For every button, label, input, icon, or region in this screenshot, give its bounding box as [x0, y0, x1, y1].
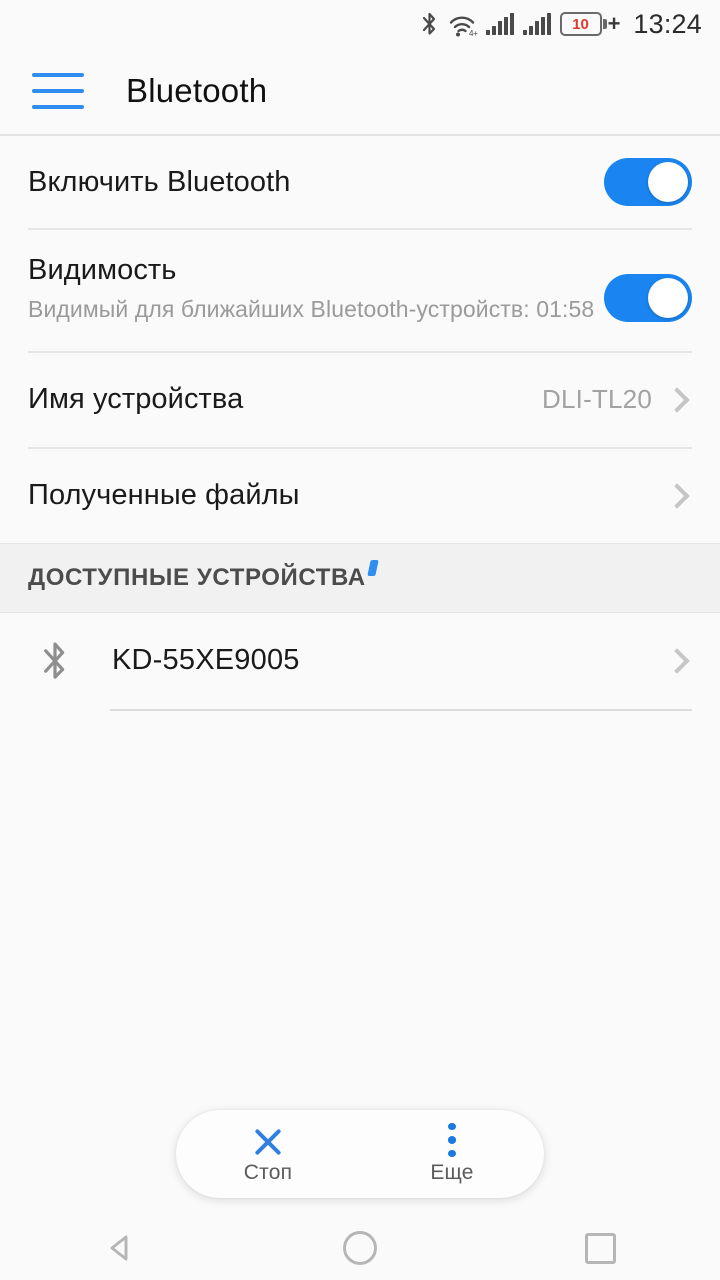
scanning-indicator-icon — [366, 559, 379, 576]
bluetooth-device-icon — [28, 639, 82, 683]
battery-level-label: 10 — [572, 15, 589, 33]
page-title: Bluetooth — [126, 72, 268, 109]
row-enable-bluetooth[interactable]: Включить Bluetooth — [0, 136, 720, 228]
battery-icon: 10 + — [559, 11, 621, 36]
row-device-name[interactable]: Имя устройства DLI-TL20 — [0, 352, 720, 447]
bluetooth-icon — [421, 11, 438, 37]
home-circle-icon — [343, 1231, 377, 1265]
back-button[interactable] — [60, 1216, 180, 1280]
bottom-action-bar: Стоп Еще — [176, 1110, 544, 1198]
settings-list: Включить Bluetooth Видимость Видимый для… — [0, 136, 720, 543]
divider — [110, 708, 692, 711]
status-bar: 4+ 10 + 13:24 — [0, 0, 720, 48]
enable-bluetooth-toggle[interactable] — [604, 158, 692, 206]
cellular-signal-icon-sim2 — [522, 13, 551, 35]
app-bar: Bluetooth — [0, 48, 720, 134]
visibility-label: Видимость — [28, 254, 177, 286]
list-item-device[interactable]: KD-55XE9005 — [0, 612, 720, 709]
device-name-value: DLI-TL20 — [542, 384, 652, 415]
android-navigation-bar — [0, 1216, 720, 1280]
cellular-signal-icon-sim1 — [485, 13, 514, 35]
chevron-right-icon — [664, 386, 690, 413]
wifi-badge-label: 4+ — [469, 29, 478, 38]
more-options-label: Еще — [430, 1161, 474, 1184]
available-devices-title: ДОСТУПНЫЕ УСТРОЙСТВА — [28, 563, 366, 591]
received-files-label: Полученные файлы — [28, 479, 300, 512]
available-devices-header: ДОСТУПНЫЕ УСТРОЙСТВА — [0, 542, 720, 613]
close-x-icon — [251, 1123, 285, 1157]
home-button[interactable] — [300, 1216, 420, 1280]
recents-button[interactable] — [540, 1216, 660, 1280]
row-received-files[interactable]: Полученные файлы — [0, 448, 720, 543]
phone-screen: 4+ 10 + 13:24 Bluetooth Включить Bluetoo… — [0, 0, 720, 1280]
stop-scan-button[interactable]: Стоп — [176, 1110, 360, 1198]
back-triangle-icon — [110, 1235, 128, 1261]
more-options-button[interactable]: Еще — [360, 1110, 544, 1198]
chevron-right-icon — [664, 647, 690, 674]
wifi-icon: 4+ — [447, 11, 478, 38]
chevron-right-icon — [664, 482, 690, 509]
recents-square-icon — [584, 1232, 616, 1264]
visibility-sublabel: Видимый для ближайших Bluetooth-устройст… — [28, 296, 595, 322]
enable-bluetooth-label: Включить Bluetooth — [28, 165, 291, 198]
row-visibility[interactable]: Видимость Видимый для ближайших Bluetoot… — [0, 230, 720, 351]
three-dots-vertical-icon — [435, 1123, 469, 1157]
hamburger-menu-icon[interactable] — [32, 73, 84, 109]
stop-scan-label: Стоп — [243, 1161, 293, 1184]
status-bar-clock: 13:24 — [633, 8, 702, 39]
battery-cap — [602, 19, 607, 29]
battery-charging-icon: + — [607, 11, 621, 36]
device-name-text: KD-55XE9005 — [112, 644, 300, 677]
visibility-toggle[interactable] — [604, 274, 692, 322]
device-name-label: Имя устройства — [28, 383, 244, 416]
